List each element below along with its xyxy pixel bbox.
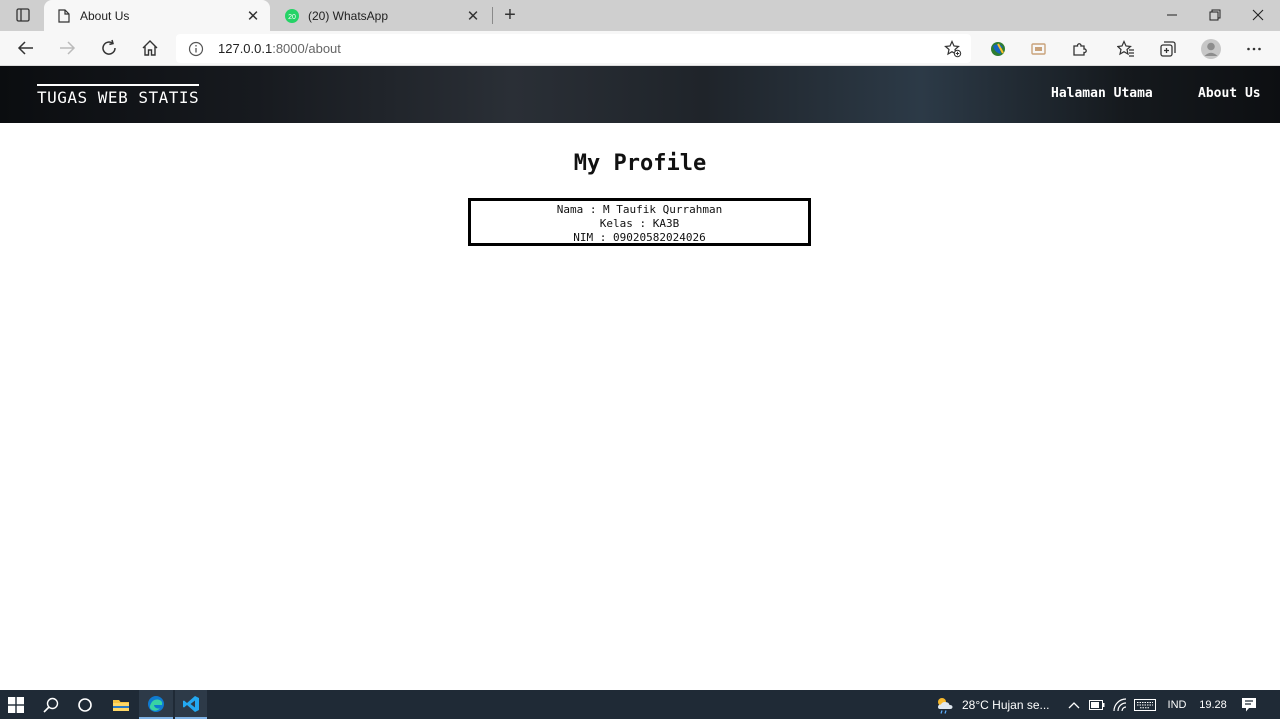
battery-icon <box>1089 699 1105 710</box>
start-button[interactable] <box>0 690 32 719</box>
minimize-button[interactable] <box>1150 0 1194 29</box>
keyboard-status[interactable] <box>1132 690 1158 719</box>
chevron-up-icon <box>1068 701 1080 708</box>
tab-whatsapp[interactable]: 20 (20) WhatsApp ✕ <box>272 0 490 31</box>
close-window-button[interactable] <box>1236 0 1280 29</box>
profile-button[interactable] <box>1197 35 1225 63</box>
browser-toolbar: 127.0.0.1:8000/about <box>0 31 1280 66</box>
wifi-icon <box>1113 697 1127 711</box>
url-host: 127.0.0.1 <box>218 41 273 56</box>
collections-button[interactable] <box>1154 35 1182 63</box>
extension-globe-icon <box>991 42 1005 56</box>
weather-text: 28°C Hujan se... <box>962 697 1050 712</box>
close-tab-icon[interactable]: ✕ <box>464 7 482 25</box>
tab-actions-icon <box>16 8 30 22</box>
forward-arrow-icon <box>60 41 76 55</box>
battery-status[interactable] <box>1087 690 1107 719</box>
clock-time: 19.28 <box>1199 698 1227 711</box>
tab-about-us[interactable]: About Us ✕ <box>44 0 270 31</box>
weather-rain-icon <box>938 697 953 714</box>
search-icon <box>43 697 59 713</box>
extension-cast-icon <box>1031 43 1046 55</box>
weather-widget[interactable] <box>932 690 958 719</box>
extension-button[interactable] <box>1025 35 1053 63</box>
nav-link-halaman-utama[interactable]: Halaman Utama <box>1051 86 1153 101</box>
new-tab-button[interactable]: + <box>498 4 522 26</box>
profile-name: Nama : M Taufik Qurrahman <box>556 203 723 216</box>
add-favorite-button[interactable] <box>943 39 963 59</box>
favorites-button[interactable] <box>1112 35 1140 63</box>
extension-button[interactable] <box>984 35 1012 63</box>
minimize-icon <box>1167 14 1177 15</box>
star-add-icon <box>944 40 962 58</box>
refresh-icon <box>102 39 116 55</box>
taskbar-edge[interactable] <box>139 690 173 719</box>
site-info-icon[interactable] <box>188 41 204 57</box>
site-header: TUGAS WEB STATIS Halaman Utama About Us <box>0 66 1280 123</box>
forward-button[interactable] <box>53 34 81 62</box>
network-status[interactable] <box>1110 690 1130 719</box>
page-icon <box>56 8 72 24</box>
profile-card: Nama : M Taufik Qurrahman Kelas : KA3B N… <box>468 198 811 246</box>
more-dots-icon <box>1247 47 1261 51</box>
home-icon <box>142 40 158 56</box>
back-button[interactable] <box>12 34 40 62</box>
cortana-circle-icon <box>78 697 92 712</box>
taskbar-file-explorer[interactable] <box>105 690 137 719</box>
vscode-icon <box>183 695 199 712</box>
restore-icon <box>1209 9 1221 20</box>
tab-title: (20) WhatsApp <box>308 8 389 23</box>
edge-browser-icon <box>148 695 164 712</box>
windows-logo-icon <box>8 696 24 713</box>
puzzle-icon <box>1073 43 1087 56</box>
nav-link-about-us[interactable]: About Us <box>1198 86 1261 101</box>
profile-class: Kelas : KA3B <box>599 217 680 230</box>
whatsapp-icon: 20 <box>284 8 300 24</box>
weather-text-item[interactable]: 28°C Hujan se... <box>962 690 1060 719</box>
site-brand[interactable]: TUGAS WEB STATIS <box>37 84 200 107</box>
extensions-button[interactable] <box>1066 35 1094 63</box>
home-button[interactable] <box>136 34 164 62</box>
tab-actions-button[interactable] <box>8 4 38 26</box>
tab-separator <box>492 7 493 24</box>
folder-icon <box>113 699 129 711</box>
collections-icon <box>1160 41 1176 57</box>
keyboard-icon <box>1134 698 1156 711</box>
more-menu-button[interactable] <box>1240 35 1268 63</box>
avatar-icon <box>1201 39 1221 59</box>
back-arrow-icon <box>17 41 33 55</box>
cortana-button[interactable] <box>70 690 100 719</box>
language-text: IND <box>1167 698 1187 711</box>
taskbar-vscode[interactable] <box>175 690 207 719</box>
whatsapp-badge: 20 <box>288 14 296 21</box>
close-icon <box>1252 9 1264 20</box>
favorites-icon <box>1117 40 1134 57</box>
refresh-button[interactable] <box>95 34 123 62</box>
language-indicator[interactable]: IND <box>1162 690 1192 719</box>
browser-tab-strip: About Us ✕ 20 (20) WhatsApp ✕ + <box>0 0 1280 31</box>
address-bar[interactable]: 127.0.0.1:8000/about <box>176 34 971 63</box>
profile-nim: NIM : 09020582024026 <box>573 231 706 244</box>
tab-title: About Us <box>80 8 130 23</box>
url-text: 127.0.0.1:8000/about <box>218 41 341 56</box>
url-path: :8000/about <box>272 41 341 56</box>
page-content: My Profile Nama : M Taufik Qurrahman Kel… <box>0 123 1280 690</box>
taskbar: 28°C Hujan se... IND 19.28 <box>0 690 1280 719</box>
restore-button[interactable] <box>1193 0 1237 29</box>
notification-icon <box>1242 697 1256 711</box>
search-button[interactable] <box>36 690 66 719</box>
show-hidden-icons-button[interactable] <box>1064 690 1084 719</box>
clock[interactable]: 19.28 <box>1196 690 1230 719</box>
action-center-button[interactable] <box>1236 690 1262 719</box>
page-title: My Profile <box>573 151 707 176</box>
close-tab-icon[interactable]: ✕ <box>244 7 262 25</box>
